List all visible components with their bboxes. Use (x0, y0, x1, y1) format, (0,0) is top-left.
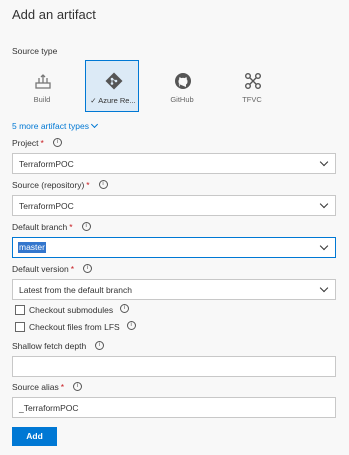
project-dropdown[interactable]: TerraformPOC (12, 153, 336, 174)
checkout-lfs-label: Checkout files from LFS (29, 321, 120, 332)
info-icon[interactable]: i (52, 138, 62, 148)
shallow-fetch-input[interactable] (12, 356, 336, 377)
source-tile-label-text: Azure Re... (98, 96, 136, 105)
chevron-down-icon (319, 157, 329, 167)
shallow-fetch-label-text: Shallow fetch depth (12, 341, 87, 351)
default-version-label: Default version * i (12, 264, 93, 274)
source-alias-label: Source alias * i (12, 382, 83, 392)
more-artifact-types-text: 5 more artifact types (12, 121, 90, 131)
chevron-down-icon (90, 120, 99, 129)
default-version-value: Latest from the default branch (19, 285, 132, 295)
source-alias-value: _TerraformPOC (19, 403, 79, 413)
default-branch-dropdown[interactable]: master (12, 237, 336, 258)
info-icon[interactable]: i (120, 304, 130, 314)
checkout-submodules-label: Checkout submodules (29, 304, 114, 315)
source-type-label: Source type (12, 46, 58, 56)
source-alias-label-text: Source alias (12, 382, 59, 392)
required-marker: * (60, 382, 65, 392)
source-repo-dropdown[interactable]: TerraformPOC (12, 195, 336, 216)
chevron-down-icon (319, 283, 329, 293)
build-icon (34, 72, 52, 90)
panel-title: Add an artifact (12, 7, 96, 22)
checkout-submodules-row: Checkout submodules i (15, 304, 130, 316)
default-version-label-text: Default version (12, 264, 69, 274)
info-icon[interactable]: i (98, 180, 108, 190)
source-repo-label: Source (repository) * i (12, 180, 108, 190)
default-branch-label: Default branch * i (12, 222, 91, 232)
required-marker: * (40, 138, 44, 148)
source-type-tiles: Build ✓ Azure Re... GitHub TFVC (15, 60, 335, 112)
azure-repos-icon (105, 72, 123, 90)
required-marker: * (70, 264, 75, 274)
required-marker: * (69, 222, 73, 232)
add-button[interactable]: Add (12, 427, 57, 446)
source-repo-label-text: Source (repository) (12, 180, 85, 190)
source-tile-label: ✓ Azure Re... (86, 96, 140, 105)
checkout-lfs-row: Checkout files from LFS i (15, 321, 136, 333)
default-branch-value: master (18, 242, 46, 253)
source-tile-tfvc[interactable]: TFVC (225, 60, 279, 112)
add-artifact-panel: Add an artifact Source type Build ✓ Azur… (0, 0, 349, 455)
source-alias-input[interactable]: _TerraformPOC (12, 397, 336, 418)
checkout-lfs-checkbox[interactable] (15, 321, 25, 332)
project-label: Project * i (12, 138, 62, 148)
chevron-down-icon (319, 241, 329, 251)
tfvc-icon (244, 72, 262, 90)
default-version-dropdown[interactable]: Latest from the default branch (12, 279, 336, 300)
source-tile-label: GitHub (170, 95, 194, 104)
project-label-text: Project (12, 138, 39, 148)
info-icon[interactable]: i (73, 382, 83, 392)
project-value: TerraformPOC (19, 159, 74, 169)
required-marker: * (86, 180, 90, 190)
info-icon[interactable]: i (83, 264, 93, 274)
source-tile-azure-repos[interactable]: ✓ Azure Re... (85, 60, 139, 112)
github-icon (174, 72, 192, 90)
checkout-submodules-checkbox[interactable] (15, 304, 25, 315)
info-icon[interactable]: i (126, 321, 136, 331)
info-icon[interactable]: i (81, 222, 91, 232)
source-tile-build[interactable]: Build (15, 60, 69, 112)
shallow-fetch-label: Shallow fetch depth i (12, 341, 105, 351)
source-tile-label: Build (33, 95, 51, 104)
source-repo-value: TerraformPOC (19, 201, 74, 211)
info-icon[interactable]: i (95, 341, 105, 351)
more-artifact-types-link[interactable]: 5 more artifact types (12, 120, 99, 131)
source-tile-label: TFVC (242, 95, 262, 104)
source-tile-github[interactable]: GitHub (155, 60, 209, 112)
default-branch-label-text: Default branch (12, 222, 68, 232)
chevron-down-icon (319, 199, 329, 209)
